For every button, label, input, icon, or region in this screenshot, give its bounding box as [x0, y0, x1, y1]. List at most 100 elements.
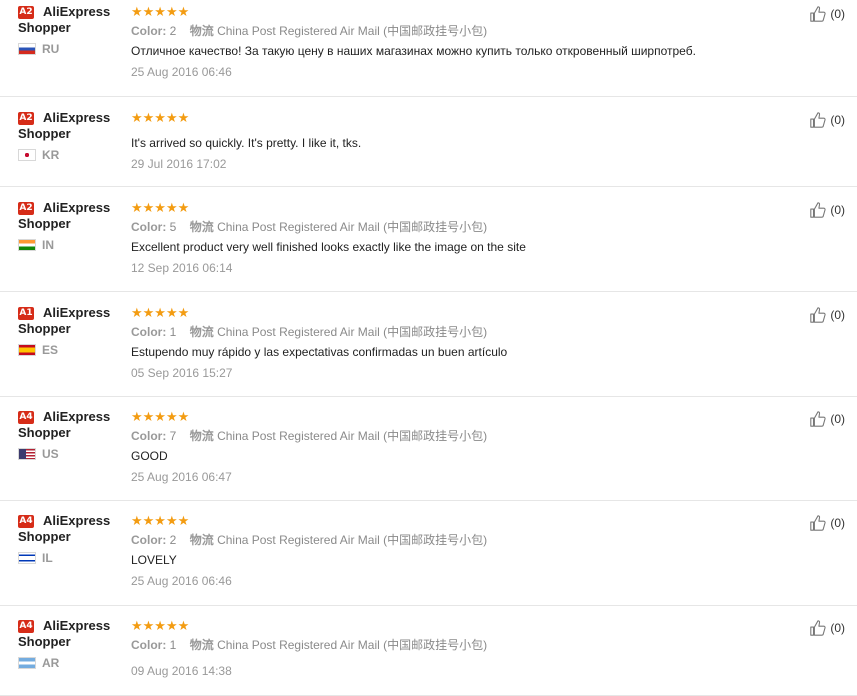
helpful-like-button[interactable]: (0) [809, 111, 845, 129]
buyer-level-badge: A1 [18, 306, 34, 320]
thumbs-up-icon [810, 411, 826, 427]
buyer-level-badge: A4 [18, 410, 34, 424]
helpful-like-button[interactable]: (0) [809, 514, 845, 532]
shipping-value: China Post Registered Air Mail (中国邮政挂号小包… [217, 220, 488, 234]
flag-il-icon [18, 552, 36, 564]
review-content: ★★★★★ Color: 1 物流 China Post Registered … [131, 618, 797, 679]
review-item: A4 AliExpress Shopper AR ★★★★★ Color: 1 … [0, 606, 857, 696]
reviewer-name-line2: Shopper [18, 529, 71, 544]
reviewer-name: AliExpress [43, 409, 111, 424]
shipping-label: 物流 [189, 220, 214, 234]
rating-stars: ★★★★★ [131, 409, 797, 425]
review-date: 05 Sep 2016 15:27 [131, 366, 233, 380]
review-attributes: Color: 1 物流 China Post Registered Air Ma… [131, 324, 797, 340]
review-item: A2 AliExpress Shopper KR ★★★★★ It's arri… [0, 97, 857, 187]
reviewer-name: AliExpress [43, 513, 111, 528]
review-attributes: Color: 2 物流 China Post Registered Air Ma… [131, 532, 797, 548]
shipping-label: 物流 [189, 24, 214, 38]
review-item: A2 AliExpress Shopper IN ★★★★★ Color: 5 … [0, 187, 857, 292]
reviewer-info: A2 AliExpress Shopper IN [18, 200, 128, 252]
review-content: ★★★★★ Color: 5 物流 China Post Registered … [131, 200, 797, 276]
star-rating-icons: ★★★★★ [131, 110, 190, 125]
reviewer-name: AliExpress [43, 200, 111, 215]
color-value: 1 [169, 638, 177, 652]
review-text: It's arrived so quickly. It's pretty. I … [131, 136, 362, 150]
buyer-level-badge: A2 [18, 201, 34, 215]
shipping-value: China Post Registered Air Mail (中国邮政挂号小包… [217, 638, 488, 652]
color-value: 5 [169, 220, 177, 234]
reviewer-info: A4 AliExpress Shopper IL [18, 513, 128, 565]
shipping-value: China Post Registered Air Mail (中国邮政挂号小包… [217, 533, 488, 547]
reviewer-info: A4 AliExpress Shopper AR [18, 618, 128, 670]
review-attributes: Color: 7 物流 China Post Registered Air Ma… [131, 428, 797, 444]
review-date: 25 Aug 2016 06:46 [131, 574, 232, 588]
reviewer-name-line2: Shopper [18, 634, 71, 649]
like-count: (0) [830, 7, 845, 21]
helpful-like-button[interactable]: (0) [809, 5, 845, 23]
reviewer-country: IN [42, 238, 54, 252]
review-date: 25 Aug 2016 06:47 [131, 470, 232, 484]
color-value: 7 [169, 429, 177, 443]
star-rating-icons: ★★★★★ [131, 513, 190, 528]
rating-stars: ★★★★★ [131, 618, 797, 634]
color-label: Color: [131, 24, 167, 38]
review-text: LOVELY [131, 553, 177, 567]
flag-in-icon [18, 239, 36, 251]
review-content: ★★★★★ Color: 1 物流 China Post Registered … [131, 305, 797, 381]
like-count: (0) [830, 621, 845, 635]
shipping-label: 物流 [189, 325, 214, 339]
review-item: A2 AliExpress Shopper RU ★★★★★ Color: 2 … [0, 0, 857, 97]
like-count: (0) [830, 203, 845, 217]
color-label: Color: [131, 533, 167, 547]
shipping-label: 物流 [189, 429, 214, 443]
color-value: 2 [169, 533, 177, 547]
reviewer-name: AliExpress [43, 305, 111, 320]
review-item: A4 AliExpress Shopper IL ★★★★★ Color: 2 … [0, 501, 857, 606]
buyer-level-badge: A2 [18, 5, 34, 19]
flag-ar-icon [18, 657, 36, 669]
reviewer-name-line2: Shopper [18, 216, 71, 231]
reviewer-country: RU [42, 42, 60, 56]
thumbs-up-icon [810, 202, 826, 218]
thumbs-up-icon [810, 307, 826, 323]
review-item: A1 AliExpress Shopper ES ★★★★★ Color: 1 … [0, 292, 857, 397]
thumbs-up-icon [810, 515, 826, 531]
review-content: ★★★★★ It's arrived so quickly. It's pret… [131, 110, 797, 172]
review-date: 12 Sep 2016 06:14 [131, 261, 233, 275]
helpful-like-button[interactable]: (0) [809, 619, 845, 637]
review-content: ★★★★★ Color: 2 物流 China Post Registered … [131, 4, 797, 80]
helpful-like-button[interactable]: (0) [809, 410, 845, 428]
reviewer-info: A1 AliExpress Shopper ES [18, 305, 128, 357]
thumbs-up-icon [810, 112, 826, 128]
rating-stars: ★★★★★ [131, 513, 797, 529]
flag-kr-icon [18, 149, 36, 161]
star-rating-icons: ★★★★★ [131, 409, 190, 424]
reviewer-name-line2: Shopper [18, 20, 71, 35]
shipping-value: China Post Registered Air Mail (中国邮政挂号小包… [217, 24, 488, 38]
buyer-level-badge: A4 [18, 514, 34, 528]
flag-es-icon [18, 344, 36, 356]
shipping-label: 物流 [189, 638, 214, 652]
color-label: Color: [131, 638, 167, 652]
review-content: ★★★★★ Color: 2 物流 China Post Registered … [131, 513, 797, 589]
like-count: (0) [830, 516, 845, 530]
like-count: (0) [830, 308, 845, 322]
rating-stars: ★★★★★ [131, 110, 797, 126]
helpful-like-button[interactable]: (0) [809, 306, 845, 324]
review-content: ★★★★★ Color: 7 物流 China Post Registered … [131, 409, 797, 485]
shipping-value: China Post Registered Air Mail (中国邮政挂号小包… [217, 325, 488, 339]
reviewer-name: AliExpress [43, 4, 111, 19]
rating-stars: ★★★★★ [131, 4, 797, 20]
star-rating-icons: ★★★★★ [131, 305, 190, 320]
rating-stars: ★★★★★ [131, 305, 797, 321]
shipping-value: China Post Registered Air Mail (中国邮政挂号小包… [217, 429, 488, 443]
helpful-like-button[interactable]: (0) [809, 201, 845, 219]
flag-us-icon [18, 448, 36, 460]
reviewer-info: A2 AliExpress Shopper KR [18, 110, 128, 162]
reviewer-country: US [42, 447, 59, 461]
buyer-level-badge: A2 [18, 111, 34, 125]
star-rating-icons: ★★★★★ [131, 618, 190, 633]
feedback-list: A2 AliExpress Shopper RU ★★★★★ Color: 2 … [0, 0, 857, 696]
review-text: Excellent product very well finished loo… [131, 240, 526, 254]
reviewer-country: KR [42, 148, 60, 162]
